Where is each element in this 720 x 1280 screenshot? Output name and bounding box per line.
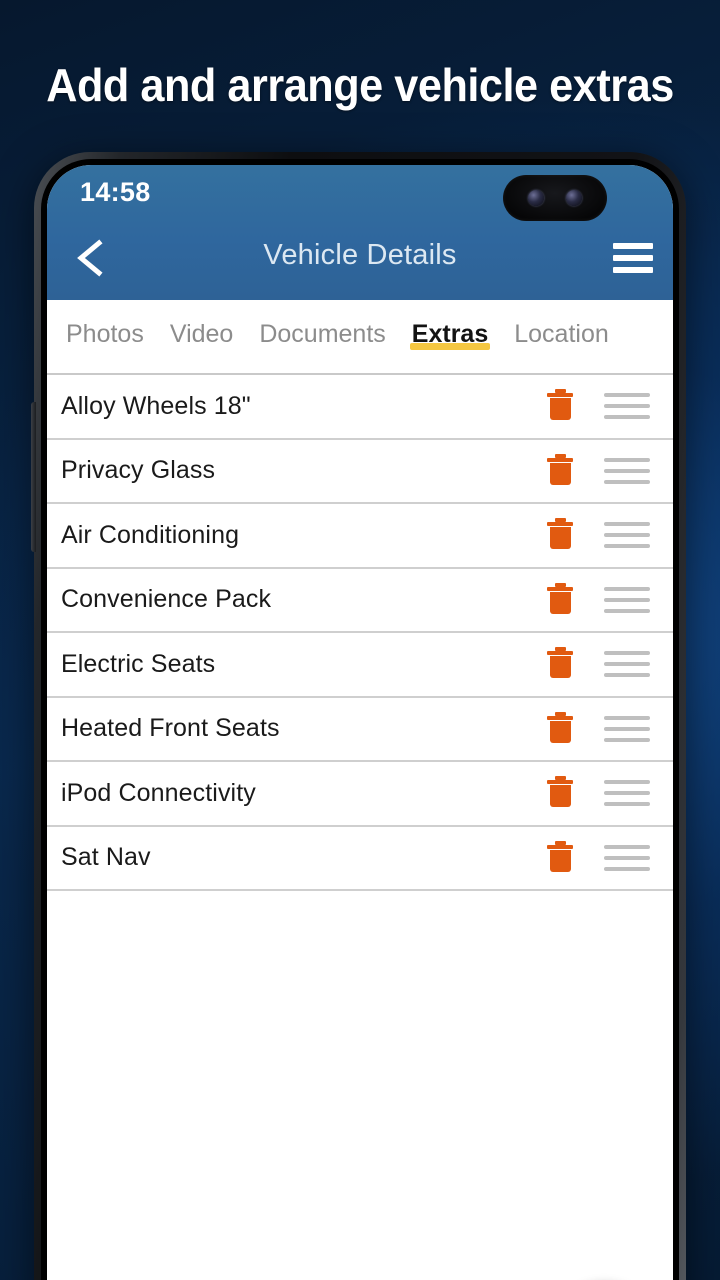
camera-lens-right-icon bbox=[566, 190, 582, 206]
extra-item-label: Air Conditioning bbox=[61, 520, 240, 549]
tab-bar: Photos Video Documents Extras Location bbox=[47, 300, 673, 375]
dual-camera-cutout-icon bbox=[503, 175, 607, 221]
trash-icon[interactable] bbox=[545, 517, 579, 553]
extras-list: Alloy Wheels 18" Privacy Glass Air Condi… bbox=[47, 375, 673, 891]
hamburger-line bbox=[613, 255, 653, 261]
table-row[interactable]: Heated Front Seats bbox=[47, 697, 673, 762]
phone-screen: 14:58 Vehicle Details Photos Video Docum… bbox=[47, 165, 673, 1280]
phone-bezel: 14:58 Vehicle Details Photos Video Docum… bbox=[41, 159, 679, 1280]
phone-side-button bbox=[31, 402, 36, 552]
table-row[interactable]: Air Conditioning bbox=[47, 504, 673, 569]
tab-extras[interactable]: Extras bbox=[399, 300, 501, 350]
tab-indicator bbox=[64, 343, 146, 350]
trash-icon[interactable] bbox=[545, 453, 579, 489]
extra-item-label: Heated Front Seats bbox=[61, 714, 280, 743]
tab-indicator bbox=[512, 343, 611, 350]
extra-item-label: iPod Connectivity bbox=[61, 778, 256, 807]
drag-handle-icon[interactable] bbox=[604, 780, 650, 807]
drag-handle-icon[interactable] bbox=[604, 715, 650, 742]
nav-title: Vehicle Details bbox=[263, 239, 457, 271]
drag-handle-icon[interactable] bbox=[604, 586, 650, 613]
table-row[interactable]: Privacy Glass bbox=[47, 439, 673, 504]
drag-handle-icon[interactable] bbox=[604, 651, 650, 678]
drag-handle-icon[interactable] bbox=[604, 522, 650, 549]
drag-handle-icon[interactable] bbox=[604, 457, 650, 484]
trash-icon[interactable] bbox=[545, 775, 579, 811]
status-bar-clock: 14:58 bbox=[80, 177, 151, 207]
tab-documents[interactable]: Documents bbox=[246, 300, 398, 349]
trash-icon[interactable] bbox=[545, 388, 579, 424]
table-row[interactable]: iPod Connectivity bbox=[47, 762, 673, 827]
trash-icon[interactable] bbox=[545, 711, 579, 747]
drag-handle-icon[interactable] bbox=[604, 393, 650, 420]
tab-indicator bbox=[168, 343, 236, 350]
tab-video[interactable]: Video bbox=[157, 300, 247, 349]
extra-item-label: Privacy Glass bbox=[61, 456, 216, 485]
trash-icon[interactable] bbox=[545, 646, 579, 682]
tab-photos[interactable]: Photos bbox=[53, 300, 157, 349]
navigation-bar: Vehicle Details bbox=[47, 221, 673, 300]
extra-item-label: Electric Seats bbox=[61, 649, 216, 678]
extra-item-label: Convenience Pack bbox=[61, 585, 272, 614]
hamburger-menu-icon[interactable] bbox=[613, 243, 653, 273]
tab-location[interactable]: Location bbox=[501, 300, 622, 349]
table-row[interactable]: Electric Seats bbox=[47, 633, 673, 698]
hamburger-line bbox=[613, 243, 653, 249]
app-header: 14:58 Vehicle Details bbox=[47, 165, 673, 300]
tab-indicator bbox=[257, 343, 387, 350]
trash-icon[interactable] bbox=[545, 582, 579, 618]
table-row[interactable]: Sat Nav bbox=[47, 826, 673, 891]
table-row[interactable]: Alloy Wheels 18" bbox=[47, 375, 673, 440]
extra-item-label: Alloy Wheels 18" bbox=[61, 391, 251, 420]
table-row[interactable]: Convenience Pack bbox=[47, 568, 673, 633]
tab-indicator-active bbox=[409, 343, 491, 350]
extra-item-label: Sat Nav bbox=[61, 843, 151, 872]
phone-mockup-frame: 14:58 Vehicle Details Photos Video Docum… bbox=[31, 152, 686, 1280]
camera-lens-left-icon bbox=[528, 190, 544, 206]
page-title: Add and arrange vehicle extras bbox=[46, 59, 674, 111]
drag-handle-icon[interactable] bbox=[604, 844, 650, 871]
hamburger-line bbox=[613, 267, 653, 273]
trash-icon[interactable] bbox=[545, 840, 579, 876]
status-bar: 14:58 bbox=[47, 165, 673, 221]
